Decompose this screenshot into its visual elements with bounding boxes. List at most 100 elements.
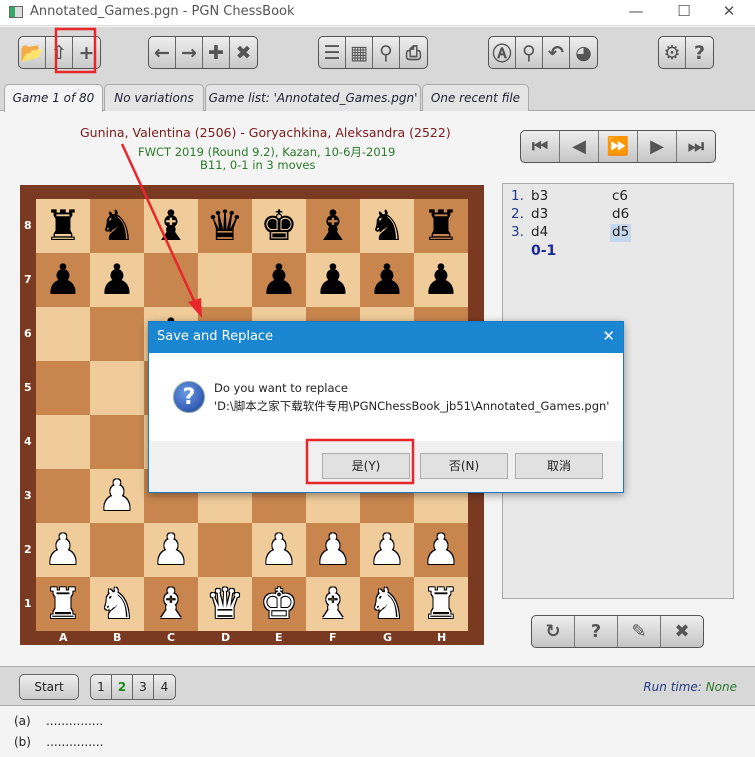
previous-move-button[interactable]: ◀ — [560, 131, 599, 162]
black-bishop-icon[interactable]: ♝ — [314, 205, 352, 247]
plus-button[interactable]: ✚ — [203, 37, 230, 68]
tab-game[interactable]: Game 1 of 80 — [4, 84, 103, 112]
square-b8[interactable]: ♞ — [90, 199, 144, 253]
white-pawn-icon[interactable]: ♟ — [368, 529, 406, 571]
search-annotation-button[interactable]: ⚲ — [373, 37, 400, 68]
square-b2[interactable] — [90, 523, 144, 577]
square-b3[interactable]: ♟ — [90, 469, 144, 523]
print-button[interactable]: ⎙ — [400, 37, 427, 68]
flip-board-button[interactable]: ↻ — [532, 616, 575, 647]
black-knight-icon[interactable]: ♞ — [98, 205, 136, 247]
square-f2[interactable]: ♟ — [306, 523, 360, 577]
square-f7[interactable]: ♟ — [306, 253, 360, 307]
square-h8[interactable]: ♜ — [414, 199, 468, 253]
square-a1[interactable]: ♜ — [36, 577, 90, 631]
black-pawn-icon[interactable]: ♟ — [98, 259, 136, 301]
white-pawn-icon[interactable]: ♟ — [314, 529, 352, 571]
black-pawn-icon[interactable]: ♟ — [368, 259, 406, 301]
minimize-button[interactable]: — — [626, 2, 646, 20]
white-bishop-icon[interactable]: ♝ — [152, 583, 190, 625]
maximize-button[interactable]: ☐ — [674, 2, 694, 20]
first-move-button[interactable]: ⏮ — [521, 131, 560, 162]
no-button[interactable]: 否(N) — [420, 453, 508, 479]
square-h2[interactable]: ♟ — [414, 523, 468, 577]
autoplay-button[interactable]: ⏩ — [599, 131, 638, 162]
white-move[interactable]: d4 — [531, 224, 548, 242]
player-list-button[interactable]: ☰ — [319, 37, 346, 68]
board-button[interactable]: ▦ — [346, 37, 373, 68]
page-button[interactable]: 1 — [91, 675, 112, 699]
arrow-right-button[interactable]: → — [176, 37, 203, 68]
tab-game-list[interactable]: Game list: 'Annotated_Games.pgn' — [205, 84, 421, 111]
square-e2[interactable]: ♟ — [252, 523, 306, 577]
last-move-button[interactable]: ⏭ — [677, 131, 715, 162]
statistics-pie-button[interactable]: ◕ — [570, 37, 597, 68]
black-pawn-icon[interactable]: ♟ — [44, 259, 82, 301]
close-x-button[interactable]: ✖ — [661, 616, 703, 647]
black-pawn-icon[interactable]: ♟ — [314, 259, 352, 301]
page-button[interactable]: 2 — [112, 675, 133, 699]
black-pawn-icon[interactable]: ♟ — [422, 259, 460, 301]
square-f8[interactable]: ♝ — [306, 199, 360, 253]
square-g7[interactable]: ♟ — [360, 253, 414, 307]
black-pawn-icon[interactable]: ♟ — [260, 259, 298, 301]
white-rook-icon[interactable]: ♜ — [422, 583, 460, 625]
black-queen-icon[interactable]: ♛ — [206, 205, 244, 247]
square-a5[interactable] — [36, 361, 90, 415]
close-button[interactable]: ✕ — [719, 2, 739, 20]
black-move[interactable]: d5 — [610, 224, 632, 242]
black-king-icon[interactable]: ♚ — [260, 205, 298, 247]
square-c8[interactable]: ♝ — [144, 199, 198, 253]
square-g8[interactable]: ♞ — [360, 199, 414, 253]
black-move[interactable]: c6 — [610, 188, 630, 206]
edit-button[interactable]: ✎ — [618, 616, 661, 647]
square-a8[interactable]: ♜ — [36, 199, 90, 253]
white-pawn-icon[interactable]: ♟ — [152, 529, 190, 571]
square-c2[interactable]: ♟ — [144, 523, 198, 577]
square-g2[interactable]: ♟ — [360, 523, 414, 577]
arrow-left-button[interactable]: ← — [149, 37, 176, 68]
square-b1[interactable]: ♞ — [90, 577, 144, 631]
white-knight-icon[interactable]: ♞ — [368, 583, 406, 625]
white-pawn-icon[interactable]: ♟ — [260, 529, 298, 571]
square-b4[interactable] — [90, 415, 144, 469]
square-c1[interactable]: ♝ — [144, 577, 198, 631]
square-f1[interactable]: ♝ — [306, 577, 360, 631]
page-button[interactable]: 4 — [154, 675, 175, 699]
white-bishop-icon[interactable]: ♝ — [314, 583, 352, 625]
yes-button[interactable]: 是(Y) — [322, 453, 410, 479]
open-folder-button[interactable]: 📂 — [19, 37, 46, 68]
white-move[interactable]: d3 — [531, 206, 548, 224]
white-pawn-icon[interactable]: ♟ — [422, 529, 460, 571]
tab-variations[interactable]: No variations — [104, 84, 204, 111]
analyze-button[interactable]: Ⓐ — [489, 37, 516, 68]
square-e1[interactable]: ♚ — [252, 577, 306, 631]
white-king-icon[interactable]: ♚ — [260, 583, 298, 625]
square-d2[interactable] — [198, 523, 252, 577]
next-move-button[interactable]: ▶ — [638, 131, 677, 162]
white-rook-icon[interactable]: ♜ — [44, 583, 82, 625]
square-c7[interactable] — [144, 253, 198, 307]
square-e8[interactable]: ♚ — [252, 199, 306, 253]
white-pawn-icon[interactable]: ♟ — [98, 475, 136, 517]
white-queen-icon[interactable]: ♛ — [206, 583, 244, 625]
tab-recent-files[interactable]: One recent file — [422, 84, 529, 111]
square-d7[interactable] — [198, 253, 252, 307]
new-file-button[interactable]: + — [73, 37, 100, 68]
white-move[interactable]: b3 — [531, 188, 548, 206]
black-bishop-icon[interactable]: ♝ — [152, 205, 190, 247]
settings-gear-button[interactable]: ⚙ — [659, 37, 686, 68]
square-a7[interactable]: ♟ — [36, 253, 90, 307]
delete-button[interactable]: ✖ — [230, 37, 257, 68]
help-book-button[interactable]: ? — [686, 37, 713, 68]
square-a6[interactable] — [36, 307, 90, 361]
black-move[interactable]: d6 — [610, 206, 631, 224]
black-rook-icon[interactable]: ♜ — [44, 205, 82, 247]
square-a4[interactable] — [36, 415, 90, 469]
cancel-button[interactable]: 取消 — [515, 453, 603, 479]
page-button[interactable]: 3 — [133, 675, 154, 699]
white-knight-icon[interactable]: ♞ — [98, 583, 136, 625]
square-g1[interactable]: ♞ — [360, 577, 414, 631]
search-position-button[interactable]: ⚲ — [516, 37, 543, 68]
square-a2[interactable]: ♟ — [36, 523, 90, 577]
